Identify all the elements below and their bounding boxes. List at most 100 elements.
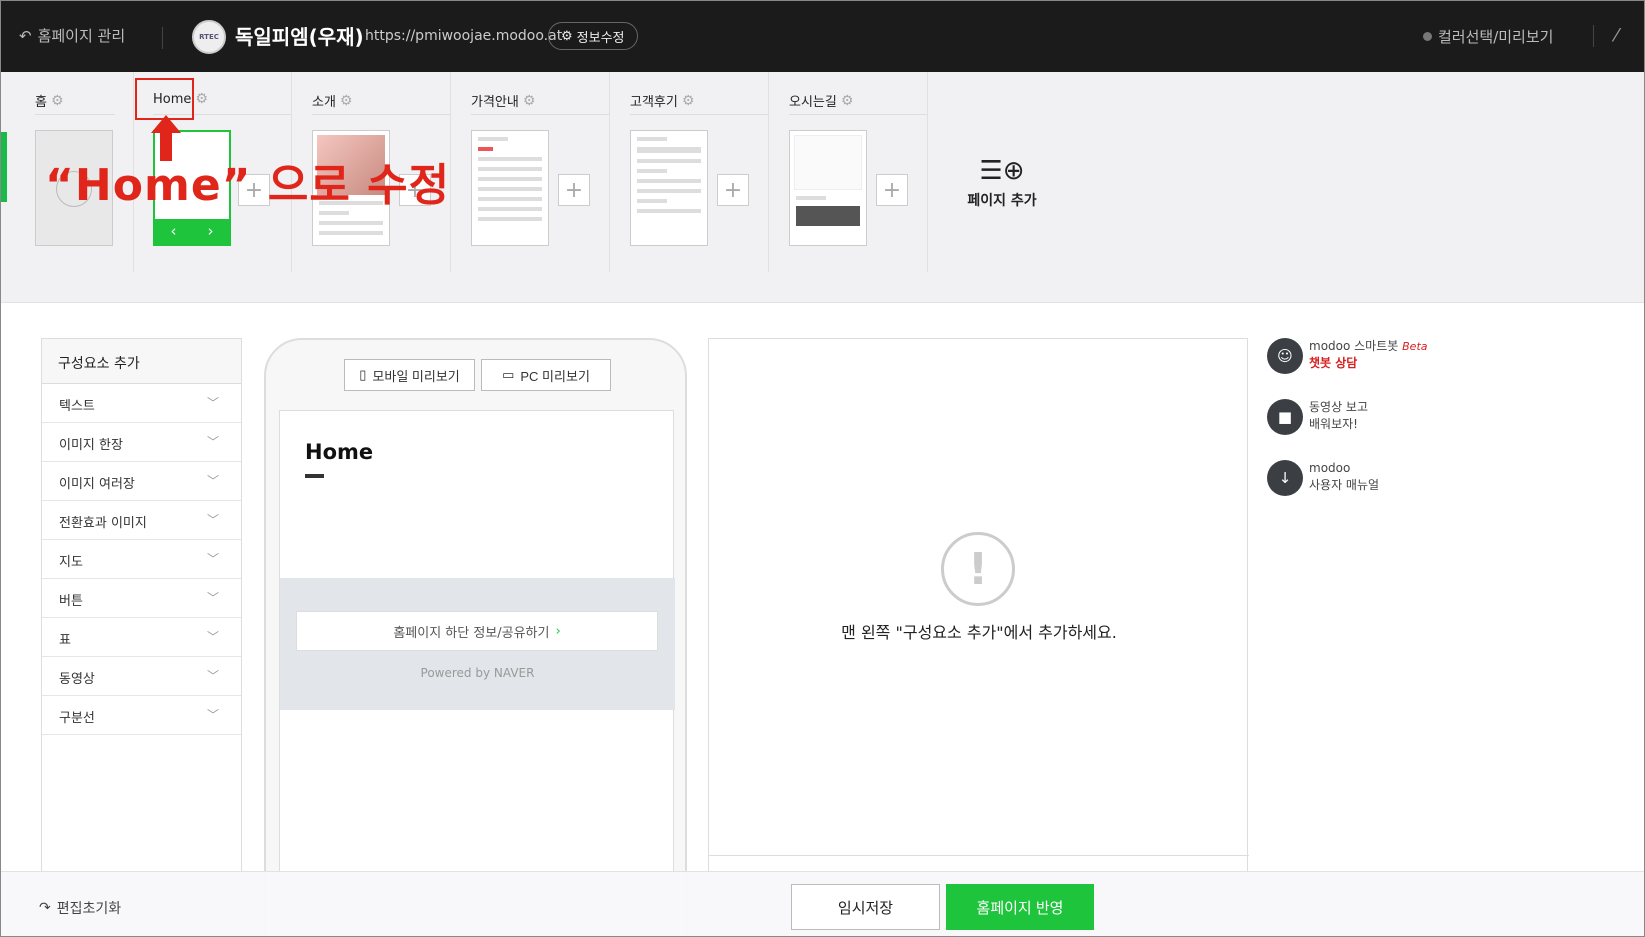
- page-thumbnail[interactable]: [471, 130, 549, 246]
- thumbnail-line: [478, 187, 542, 191]
- add-after-button[interactable]: +: [558, 174, 590, 206]
- thumbnail-line: [478, 137, 509, 141]
- mobile-preview-button[interactable]: ▯ 모바일 미리보기: [344, 359, 475, 391]
- pc-preview-button[interactable]: ▭ PC 미리보기: [481, 359, 611, 391]
- color-preview-link[interactable]: 컬러선택/미리보기: [1423, 26, 1553, 47]
- component-label: 텍스트: [59, 399, 95, 414]
- footer-info-share-button[interactable]: 홈페이지 하단 정보/공유하기 ›: [296, 611, 658, 651]
- gear-icon[interactable]: ⚙: [51, 93, 64, 109]
- component-item-map[interactable]: 지도 ﹀: [42, 540, 241, 579]
- thumbnail-line: [478, 177, 542, 181]
- annotation-text: “Home” 으로 수정: [45, 160, 451, 211]
- page-name-label: 가격안내: [471, 95, 519, 110]
- dot-icon: [1423, 32, 1432, 41]
- chevron-left-icon[interactable]: ‹: [155, 219, 192, 244]
- reset-edit-button[interactable]: ↷ 편집초기화: [39, 898, 121, 918]
- mobile-icon: ▯: [359, 367, 367, 382]
- divider: [927, 72, 928, 272]
- gear-icon[interactable]: ⚙: [340, 93, 353, 109]
- chevron-down-icon: ﹀: [206, 708, 219, 722]
- add-page-button[interactable]: ☰⊕ 페이지 추가: [966, 156, 1038, 210]
- thumbnail-line: [637, 189, 701, 193]
- component-panel: 구성요소 추가 텍스트 ﹀ 이미지 한장 ﹀ 이미지 여러장 ﹀ 전환효과 이미지 ﹀ …: [41, 338, 242, 936]
- component-item-single-image[interactable]: 이미지 한장 ﹀: [42, 423, 241, 462]
- robot-icon: ☺: [1267, 338, 1303, 374]
- page-thumbnail[interactable]: [630, 130, 708, 246]
- thumbnail-map: [794, 135, 862, 190]
- divider: [789, 114, 927, 115]
- back-to-management-link[interactable]: ↶ 홈페이지 관리: [19, 25, 125, 46]
- page-item-pricing[interactable]: 가격안내 ⚙ +: [471, 72, 611, 272]
- page-thumbnail[interactable]: [789, 130, 867, 246]
- scroll-indicator: [1, 132, 7, 202]
- component-label: 구분선: [59, 711, 95, 726]
- page-item-reviews[interactable]: 고객후기 ⚙ +: [630, 72, 770, 272]
- component-item-slide-image[interactable]: 전환효과 이미지 ﹀: [42, 501, 241, 540]
- empty-message: 맨 왼쪽 "구성요소 추가"에서 추가하세요.: [841, 623, 1117, 642]
- edit-panel: ! 맨 왼쪽 "구성요소 추가"에서 추가하세요.: [708, 338, 1249, 936]
- gear-icon[interactable]: ⚙: [841, 93, 854, 109]
- thumbnail-line: [478, 197, 542, 201]
- beta-badge: Beta: [1402, 340, 1428, 353]
- chevron-right-icon[interactable]: ›: [192, 219, 229, 244]
- chatbot-line1: modoo 스마트봇: [1309, 339, 1399, 353]
- info-edit-label: 정보수정: [576, 29, 625, 45]
- component-panel-title: 구성요소 추가: [42, 339, 241, 384]
- monitor-icon: ▭: [502, 367, 515, 382]
- preview-footer: 홈페이지 하단 정보/공유하기 › Powered by NAVER: [280, 578, 675, 710]
- publish-button[interactable]: 홈페이지 반영: [946, 884, 1094, 930]
- page-name-label: 오시는길: [789, 95, 837, 110]
- add-page-icon: ☰⊕: [979, 156, 1025, 186]
- component-label: 이미지 한장: [59, 438, 123, 453]
- gear-icon[interactable]: ⚙: [195, 91, 208, 107]
- component-label: 버튼: [59, 594, 83, 609]
- manual-text: modoo 사용자 매뉴얼: [1309, 460, 1379, 494]
- download-icon: ↓: [1267, 460, 1303, 496]
- thumbnail-line: [637, 147, 701, 153]
- add-after-button[interactable]: +: [717, 174, 749, 206]
- bottom-bar: ↷ 편집초기화 임시저장 홈페이지 반영: [1, 871, 1644, 936]
- thumbnail-line: [319, 231, 383, 235]
- thumbnail-line: [637, 199, 668, 203]
- component-item-button[interactable]: 버튼 ﹀: [42, 579, 241, 618]
- gear-icon[interactable]: ⚙: [682, 93, 695, 109]
- info-edit-button[interactable]: ⚙ 정보수정: [548, 22, 638, 50]
- thumbnail-line: [478, 147, 494, 151]
- component-item-multi-image[interactable]: 이미지 여러장 ﹀: [42, 462, 241, 501]
- chatbot-text: modoo 스마트봇 Beta 챗봇 상담: [1309, 338, 1428, 372]
- thumbnail-line: [637, 137, 668, 141]
- component-label: 동영상: [59, 672, 95, 687]
- chatbot-line2: 챗봇 상담: [1309, 356, 1358, 370]
- save-temp-button[interactable]: 임시저장: [791, 884, 940, 930]
- thumbnail-line: [478, 167, 542, 171]
- thumbnail-line: [796, 196, 827, 200]
- magic-wand-icon[interactable]: ⁄: [1615, 25, 1618, 46]
- manual-line2: 사용자 매뉴얼: [1309, 478, 1380, 492]
- preview-screen: Home 홈페이지 하단 정보/공유하기 › Powered by NAVER: [279, 410, 675, 936]
- video-line1: 동영상 보고: [1309, 400, 1369, 414]
- chevron-down-icon: ﹀: [206, 435, 219, 449]
- gear-icon[interactable]: ⚙: [523, 93, 536, 109]
- divider: [709, 855, 1249, 856]
- component-item-video[interactable]: 동영상 ﹀: [42, 657, 241, 696]
- component-item-text[interactable]: 텍스트 ﹀: [42, 384, 241, 423]
- annotation-highlight-box: [135, 78, 194, 120]
- site-url-link[interactable]: https://pmiwoojae.modoo.at: [365, 28, 562, 44]
- title-underline: [305, 474, 324, 478]
- component-item-table[interactable]: 표 ﹀: [42, 618, 241, 657]
- add-after-button[interactable]: +: [876, 174, 908, 206]
- component-item-divider[interactable]: 구분선 ﹀: [42, 696, 241, 735]
- page-item-directions[interactable]: 오시는길 ⚙ +: [789, 72, 929, 272]
- component-label: 전환효과 이미지: [59, 516, 147, 531]
- page-name: 소개 ⚙: [312, 91, 353, 111]
- page-name: 홈 ⚙: [35, 91, 64, 111]
- page-name-label: 고객후기: [630, 95, 678, 110]
- component-label: 이미지 여러장: [59, 477, 135, 492]
- undo-arrow-icon: ↶: [19, 26, 32, 45]
- divider: [312, 114, 450, 115]
- thumbnail-line: [319, 221, 383, 225]
- add-page-label: 페이지 추가: [967, 193, 1037, 209]
- thumbnail-nav: ‹ ›: [155, 219, 229, 244]
- divider: [609, 72, 610, 272]
- video-camera-icon: ■: [1267, 399, 1303, 435]
